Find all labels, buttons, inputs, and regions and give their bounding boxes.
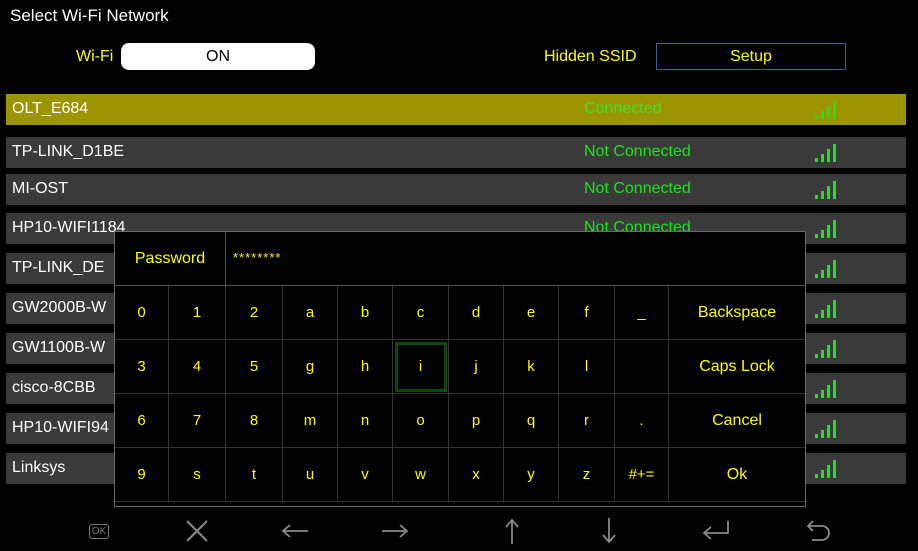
backspace-button[interactable]: Backspace (669, 286, 805, 340)
network-ssid: HP10-WIFI94 (12, 419, 109, 436)
key-6[interactable]: 6 (115, 394, 169, 448)
key-c[interactable]: c (393, 286, 449, 340)
key-l[interactable]: l (559, 340, 615, 394)
key-u[interactable]: u (283, 448, 338, 502)
network-ssid: HP10-WIFI1184 (12, 219, 126, 236)
network-status: Connected (584, 100, 662, 117)
password-label: Password (115, 232, 226, 285)
ok-button[interactable]: Ok (669, 448, 805, 502)
key-2[interactable]: 2 (226, 286, 283, 340)
key-s[interactable]: s (169, 448, 226, 502)
key-blank[interactable] (615, 340, 669, 394)
key-x[interactable]: x (449, 448, 504, 502)
cancel-button[interactable]: Cancel (669, 394, 805, 448)
ok-icon-label: OK (88, 523, 110, 539)
onscreen-keyboard: Password ******** 0 1 2 a b c d e f _ Backspace 3 4 5… (114, 231, 806, 507)
key-1[interactable]: 1 (169, 286, 226, 340)
ok-icon[interactable]: OK (79, 511, 119, 551)
key-y[interactable]: y (504, 448, 559, 502)
network-status: Not Connected (584, 180, 691, 197)
key-9[interactable]: 9 (115, 448, 169, 502)
network-row[interactable]: MI-OST Not Connected (6, 174, 906, 205)
key-d[interactable]: d (449, 286, 504, 340)
back-icon[interactable] (798, 511, 838, 551)
key-3[interactable]: 3 (115, 340, 169, 394)
signal-strength-icon (814, 144, 838, 162)
key-v[interactable]: v (338, 448, 393, 502)
enter-icon[interactable] (696, 511, 736, 551)
network-ssid: OLT_E684 (12, 100, 89, 117)
hidden-ssid-label: Hidden SSID (544, 48, 637, 65)
signal-strength-icon (814, 260, 838, 278)
signal-strength-icon (814, 220, 838, 238)
close-icon[interactable] (177, 511, 217, 551)
wifi-toggle[interactable]: ON (121, 43, 315, 70)
signal-strength-icon (814, 340, 838, 358)
key-a[interactable]: a (283, 286, 338, 340)
key-5[interactable]: 5 (226, 340, 283, 394)
key-q[interactable]: q (504, 394, 559, 448)
network-ssid: cisco-8CBB (12, 379, 96, 396)
arrow-left-icon[interactable] (275, 511, 315, 551)
key-b[interactable]: b (338, 286, 393, 340)
signal-strength-icon (814, 420, 838, 438)
key-0[interactable]: 0 (115, 286, 169, 340)
key-period[interactable]: . (615, 394, 669, 448)
bottom-toolbar: OK (0, 511, 918, 551)
key-t[interactable]: t (226, 448, 283, 502)
network-status: Not Connected (584, 143, 691, 160)
key-w[interactable]: w (393, 448, 449, 502)
network-row[interactable]: OLT_E684 Connected (6, 94, 906, 125)
signal-strength-icon (814, 101, 838, 119)
signal-strength-icon (814, 300, 838, 318)
network-row[interactable]: TP-LINK_D1BE Not Connected (6, 137, 906, 168)
key-n[interactable]: n (338, 394, 393, 448)
network-ssid: MI-OST (12, 180, 68, 197)
page-title: Select Wi-Fi Network (10, 6, 169, 25)
arrow-down-icon[interactable] (589, 511, 629, 551)
network-ssid: GW2000B-W (12, 299, 107, 316)
key-m[interactable]: m (283, 394, 338, 448)
password-field[interactable]: ******** (233, 250, 281, 265)
signal-strength-icon (814, 380, 838, 398)
caps-lock-button[interactable]: Caps Lock (669, 340, 805, 394)
key-symbols[interactable]: #+= (615, 448, 669, 502)
key-j[interactable]: j (449, 340, 504, 394)
key-e[interactable]: e (504, 286, 559, 340)
key-f[interactable]: f (559, 286, 615, 340)
key-underscore[interactable]: _ (615, 286, 669, 340)
network-ssid: TP-LINK_D1BE (12, 143, 125, 160)
network-ssid: TP-LINK_DE (12, 259, 105, 276)
key-z[interactable]: z (559, 448, 615, 502)
arrow-right-icon[interactable] (375, 511, 415, 551)
key-8[interactable]: 8 (226, 394, 283, 448)
key-k[interactable]: k (504, 340, 559, 394)
network-ssid: GW1100B-W (12, 339, 106, 356)
setup-button[interactable]: Setup (656, 43, 846, 70)
key-o[interactable]: o (393, 394, 449, 448)
key-i[interactable]: i (393, 340, 449, 394)
key-7[interactable]: 7 (169, 394, 226, 448)
key-h[interactable]: h (338, 340, 393, 394)
signal-strength-icon (814, 181, 838, 199)
signal-strength-icon (814, 460, 838, 478)
arrow-up-icon[interactable] (492, 511, 532, 551)
key-r[interactable]: r (559, 394, 615, 448)
key-4[interactable]: 4 (169, 340, 226, 394)
wifi-label: Wi-Fi (76, 48, 114, 65)
key-p[interactable]: p (449, 394, 504, 448)
key-g[interactable]: g (283, 340, 338, 394)
network-ssid: Linksys (12, 459, 66, 476)
password-row: Password ******** (115, 232, 805, 286)
